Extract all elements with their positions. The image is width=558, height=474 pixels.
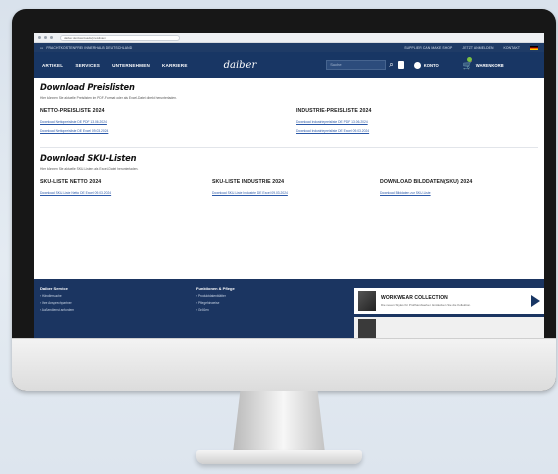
nav-item-artikel[interactable]: ARTIKEL (42, 63, 63, 68)
truck-icon: ▭ (40, 45, 44, 50)
industrie-preisliste-column: INDUSTRIE-PREISLISTE 2024 Download Indus… (296, 108, 371, 133)
topbar-link-contact[interactable]: KONTAKT (504, 46, 520, 50)
preislisten-note: Hier können Sie aktuelle Preislisten im … (40, 96, 177, 100)
sku-netto-column: SKU-LISTE NETTO 2024 Download SKU-Liste … (40, 179, 212, 195)
cart-button[interactable]: 🛒 WARENKORB (462, 56, 504, 70)
forward-icon[interactable] (44, 36, 47, 39)
bilddaten-heading: DOWNLOAD BILDDATEN(SKU) 2024 (380, 179, 473, 185)
monitor-stand-neck (233, 391, 325, 453)
account-label: KONTO (423, 62, 439, 68)
download-industrie-excel-link[interactable]: Download Industriepreisliste DE Excel 09… (296, 129, 371, 133)
search-input[interactable]: Suche (326, 60, 387, 70)
footer-link[interactable]: › Größen (196, 308, 235, 312)
play-icon[interactable] (531, 295, 540, 307)
sku-note: Hier können Sie aktuelle SKU-Listen als … (40, 167, 139, 171)
industrie-preisliste-heading: INDUSTRIE-PREISLISTE 2024 (296, 108, 372, 114)
sku-industrie-column: SKU-LISTE INDUSTRIE 2024 Download SKU-Li… (212, 179, 380, 195)
download-sku-netto-link[interactable]: Download SKU-Liste Netto DE Excel 09.03.… (40, 191, 212, 195)
footer: Daiber Service › Händlersuche › Ihre Ans… (34, 279, 544, 338)
download-bilddaten-link[interactable]: Download Bilddaten zur SKU-Liste (380, 191, 472, 195)
topbar-link-login[interactable]: JETZT ANMELDEN (462, 46, 493, 50)
netto-preisliste-heading: NETTO-PREISLISTE 2024 (40, 108, 105, 114)
browser-toolbar: daiber.de/downloads/preislisten (34, 33, 544, 43)
second-promo-banner[interactable] (354, 317, 544, 338)
footer-link[interactable]: › Außendienst anfordern (40, 308, 74, 312)
preislisten-title: Download Preislisten (40, 83, 135, 93)
cart-badge (466, 56, 472, 62)
download-netto-excel-link[interactable]: Download Nettopreisliste DE Excel 09.03.… (40, 129, 296, 133)
bilddaten-column: DOWNLOAD BILDDATEN(SKU) 2024 Download Bi… (380, 179, 472, 195)
sku-netto-heading: SKU-LISTE NETTO 2024 (40, 179, 102, 185)
page-content: Download Preislisten Hier können Sie akt… (34, 78, 544, 195)
search-icon[interactable]: ⌕ (389, 60, 393, 70)
section-divider (40, 147, 538, 148)
sku-industrie-heading: SKU-LISTE INDUSTRIE 2024 (212, 179, 285, 185)
netto-preisliste-column: NETTO-PREISLISTE 2024 Download Nettoprei… (40, 108, 296, 133)
shipping-notice: FRACHTKOSTENFREI INNERHALB DEUTSCHLAND (46, 45, 133, 50)
utility-bar: ▭ FRACHTKOSTENFREI INNERHALB DEUTSCHLAND… (34, 43, 544, 52)
footer-service-heading: Daiber Service (40, 286, 68, 291)
nav-item-services[interactable]: SERVICES (75, 63, 100, 68)
download-netto-pdf-link[interactable]: Download Nettopreisliste DE PDF 13.06.20… (40, 120, 296, 124)
user-icon (413, 61, 421, 69)
document-icon[interactable] (397, 61, 404, 69)
topbar-link-supplier[interactable]: SUPPLIER CAN MAKE SHOP (404, 46, 452, 50)
footer-service-column: Daiber Service › Händlersuche › Ihre Ans… (40, 286, 74, 312)
sku-columns: SKU-LISTE NETTO 2024 Download SKU-Liste … (40, 179, 538, 195)
footer-link[interactable]: › Pflegehinweise (196, 301, 235, 305)
main-navigation: ARTIKEL SERVICES UNTERNEHMEN KARRIERE da… (34, 52, 544, 78)
promo-subtitle: Die neuen Styles für Profihandwerker. En… (381, 303, 472, 307)
cart-label: WARENKORB (475, 62, 504, 68)
monitor-chin (12, 338, 556, 391)
promo-thumbnail (358, 319, 376, 338)
footer-link[interactable]: › Ihre Ansprechpartner (40, 301, 74, 305)
cart-icon: 🛒 (462, 60, 473, 70)
promo-thumbnail (358, 291, 376, 311)
footer-link[interactable]: › Produktdatenblätter (196, 294, 235, 298)
download-industrie-pdf-link[interactable]: Download Industriepreisliste DE PDF 13.0… (296, 120, 371, 124)
url-bar[interactable]: daiber.de/downloads/preislisten (60, 34, 180, 41)
footer-pflege-column: Funktionen & Pflege › Produktdatenblätte… (196, 286, 235, 312)
daiber-logo[interactable]: daiber (224, 60, 257, 71)
reload-icon[interactable] (50, 36, 53, 39)
account-button[interactable]: KONTO (413, 61, 439, 69)
footer-pflege-heading: Funktionen & Pflege (196, 286, 235, 291)
download-sku-industrie-link[interactable]: Download SKU-Liste Industrie DE Excel 09… (212, 191, 380, 195)
language-flag-icon[interactable] (530, 45, 538, 50)
promo-title: WORKWEAR COLLECTION (381, 295, 448, 301)
sku-title: Download SKU-Listen (40, 154, 137, 164)
nav-item-karriere[interactable]: KARRIERE (162, 63, 188, 68)
workwear-promo-banner[interactable]: WORKWEAR COLLECTION Die neuen Styles für… (354, 288, 544, 314)
preislisten-columns: NETTO-PREISLISTE 2024 Download Nettoprei… (40, 108, 538, 133)
screen: daiber.de/downloads/preislisten ▭ FRACHT… (34, 33, 544, 338)
back-icon[interactable] (38, 36, 41, 39)
footer-link[interactable]: › Händlersuche (40, 294, 74, 298)
monitor-stand-base (196, 450, 362, 464)
nav-item-unternehmen[interactable]: UNTERNEHMEN (112, 63, 150, 68)
